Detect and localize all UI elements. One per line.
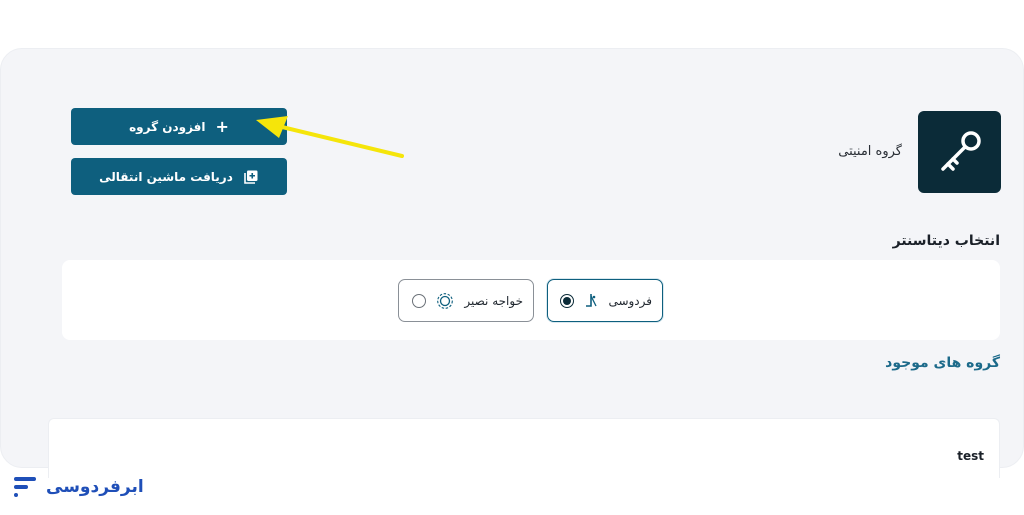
highlight-arrow-icon bbox=[256, 116, 404, 158]
existing-groups-title: گروه های موجود bbox=[885, 355, 1000, 371]
datacenter-option-ferdowsi[interactable]: فردوسی bbox=[547, 279, 663, 322]
datacenter-title: انتخاب دیتاسنتر bbox=[892, 233, 1000, 249]
khajeh-nasir-radio[interactable] bbox=[412, 293, 427, 308]
group-row-name[interactable]: test bbox=[957, 449, 984, 463]
brand-name: ابرفردوسی bbox=[46, 477, 144, 497]
groups-list-card bbox=[48, 418, 1000, 478]
copy-plus-icon bbox=[244, 170, 258, 184]
ferdowsi-radio[interactable] bbox=[560, 293, 575, 308]
brand-mark-icon bbox=[14, 477, 36, 497]
plus-icon: + bbox=[215, 116, 229, 136]
khajeh-nasir-label: خواجه نصیر bbox=[464, 293, 523, 308]
add-group-label: افزودن گروه bbox=[129, 119, 206, 134]
brand-logo: ابرفردوسی bbox=[12, 474, 144, 500]
security-group-label: گروه امنیتی bbox=[838, 144, 902, 159]
ferdowsi-label: فردوسی bbox=[608, 293, 652, 308]
datacenter-option-khajeh-nasir[interactable]: خواجه نصیر bbox=[398, 279, 534, 322]
ferdowsi-logo-icon bbox=[586, 293, 598, 307]
khajeh-nasir-logo-icon bbox=[437, 292, 454, 309]
security-group-tile bbox=[918, 111, 1001, 193]
transfer-vm-label: دریافت ماشین انتقالی bbox=[99, 169, 233, 184]
key-icon bbox=[940, 131, 981, 171]
